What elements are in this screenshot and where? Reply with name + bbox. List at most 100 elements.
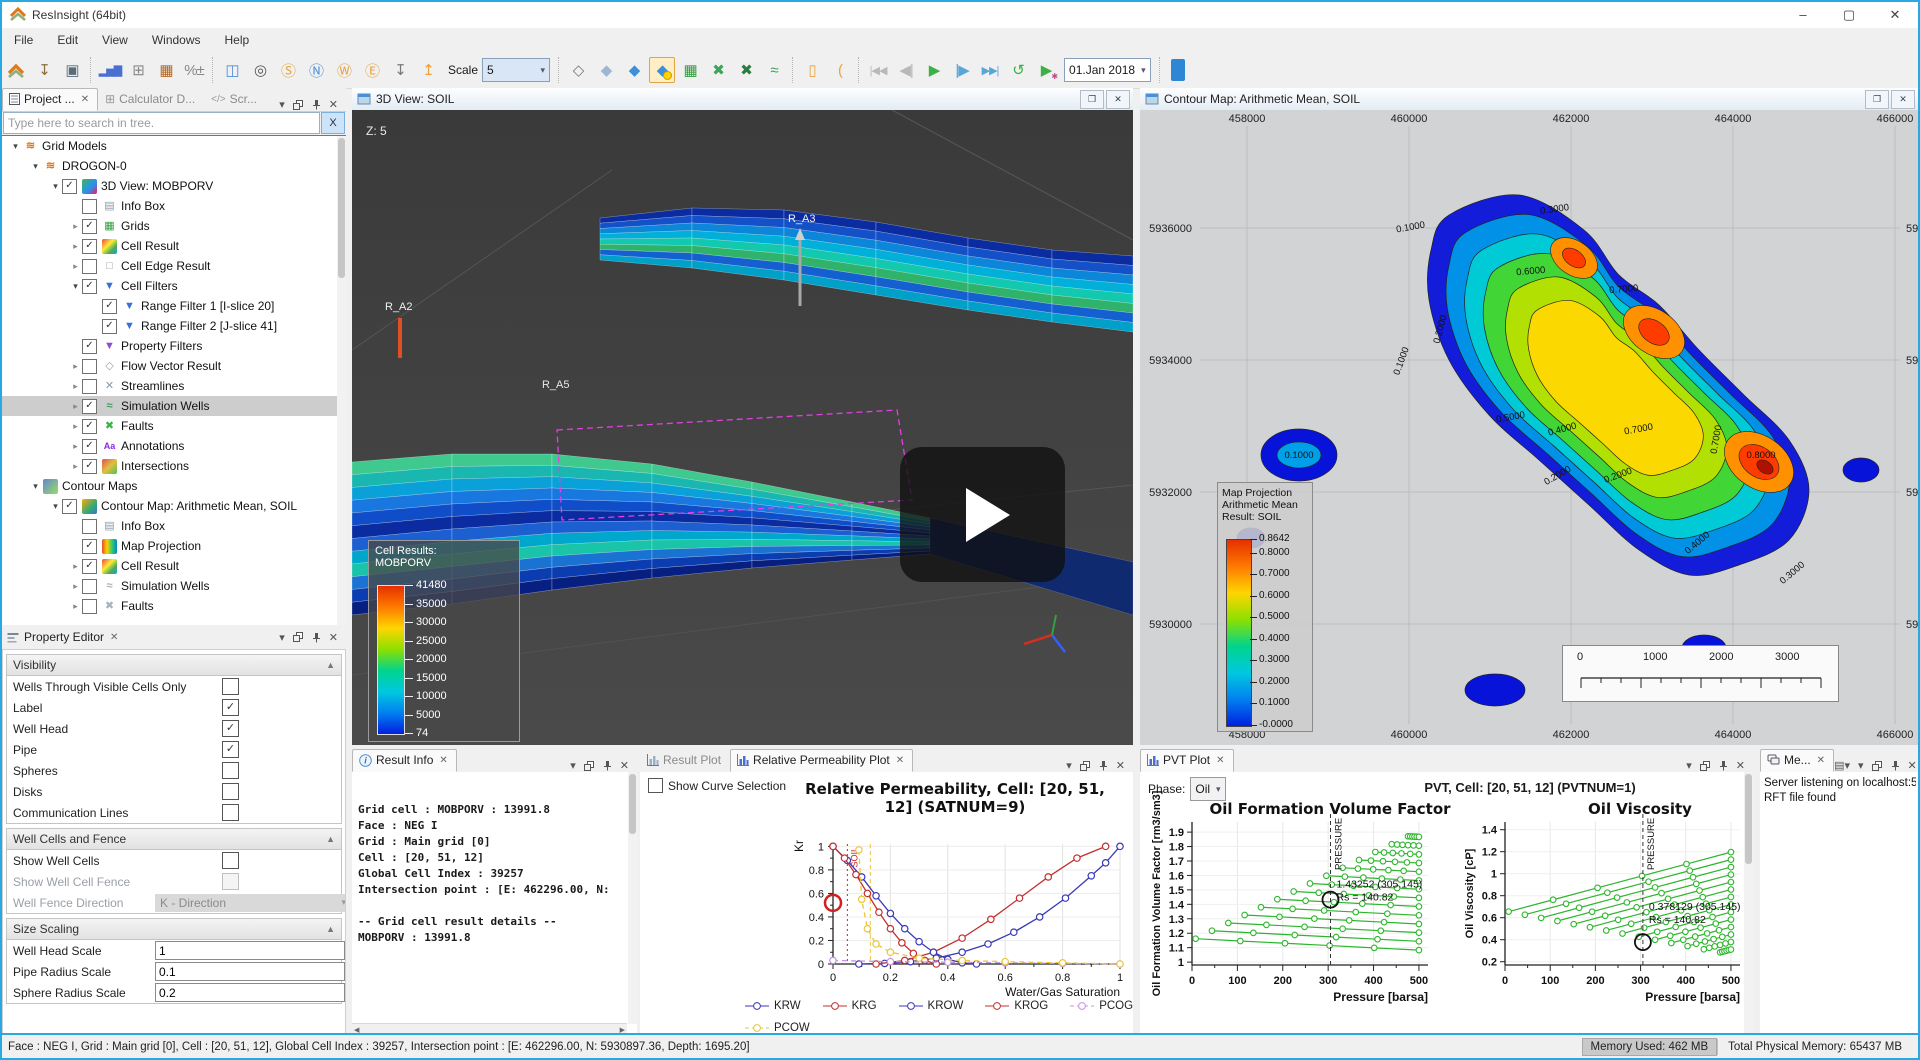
view-north-icon[interactable]: Ⓝ <box>303 57 329 83</box>
contour-restore-button[interactable]: ❐ <box>1865 90 1889 109</box>
tree-item[interactable]: ▸✓ Cell Result <box>2 236 346 256</box>
tab-result-plot[interactable]: Result Plot <box>640 749 730 772</box>
tree-checkbox[interactable]: ✓ <box>82 219 97 234</box>
property-group-header[interactable]: Size Scaling▲ <box>7 919 341 940</box>
tree-item[interactable]: ▤ Info Box <box>2 196 346 216</box>
property-checkbox[interactable] <box>222 852 239 869</box>
tree-item[interactable]: ▸✓ Intersections <box>2 456 346 476</box>
expander-closed-icon[interactable]: ▸ <box>70 261 81 272</box>
show-box-wireframe-icon[interactable]: ◇ <box>565 57 591 83</box>
panel-menu-icon[interactable]: ▾ <box>279 98 285 111</box>
tree-item[interactable]: ▤ Info Box <box>2 516 346 536</box>
panel-close-icon[interactable]: ✕ <box>1736 759 1745 772</box>
timestep-select[interactable]: 01.Jan 2018▾ <box>1064 58 1151 82</box>
contour-titlebar[interactable]: Contour Map: Arithmetic Mean, SOIL ❐✕ <box>1140 88 1918 111</box>
tree-checkbox[interactable]: ✓ <box>102 299 117 314</box>
tree-checkbox[interactable]: ✓ <box>82 239 97 254</box>
tree-item[interactable]: ▾≋ DROGON-0 <box>2 156 346 176</box>
split-view-icon[interactable]: ◫ <box>219 57 245 83</box>
anim-settings-icon[interactable]: ▶✱ <box>1033 57 1059 83</box>
legend-item-krog[interactable]: KROG <box>985 1000 1048 1012</box>
expander-closed-icon[interactable]: ▸ <box>70 381 81 392</box>
property-checkbox[interactable]: ✓ <box>222 741 239 758</box>
expander-closed-icon[interactable]: ▸ <box>70 361 81 372</box>
snap-up-icon[interactable]: ↥ <box>415 57 441 83</box>
lighting-toggle-icon[interactable]: ◆ <box>649 57 675 83</box>
panel-pin-icon[interactable] <box>311 632 321 643</box>
tab-calculator[interactable]: ⊞Calculator D... <box>98 88 204 111</box>
expander-closed-icon[interactable]: ▸ <box>70 401 81 412</box>
tree-checkbox[interactable]: ✓ <box>62 499 77 514</box>
anim-next-icon[interactable]: |▶ <box>949 57 975 83</box>
legend-item-krg[interactable]: KRG <box>823 1000 877 1012</box>
expander-closed-icon[interactable]: ▸ <box>70 461 81 472</box>
panel-close-icon[interactable]: ✕ <box>329 98 338 111</box>
expander-open-icon[interactable]: ▾ <box>30 161 41 172</box>
panel-float-icon[interactable] <box>1700 761 1710 771</box>
anim-repeat-icon[interactable]: ↺ <box>1005 57 1031 83</box>
panel-float-icon[interactable] <box>1872 761 1882 771</box>
tree-checkbox[interactable]: ✓ <box>62 179 77 194</box>
panel-menu-icon[interactable]: ▾ <box>279 631 285 644</box>
tree-item[interactable]: ▾ Contour Maps <box>2 476 346 496</box>
view-east-icon[interactable]: Ⓔ <box>359 57 385 83</box>
open-project-icon[interactable]: ↧ <box>31 57 57 83</box>
tree-item[interactable]: ▸✓Aa Annotations <box>2 436 346 456</box>
tab-relperm-plot[interactable]: Relative Permeability Plot✕ <box>730 749 913 772</box>
expander-closed-icon[interactable]: ▸ <box>70 561 81 572</box>
tree-checkbox[interactable]: ✓ <box>82 279 97 294</box>
menu-view[interactable]: View <box>90 33 140 47</box>
anim-prev-icon[interactable]: ◀| <box>893 57 919 83</box>
tree-checkbox[interactable]: ✓ <box>82 559 97 574</box>
minimize-button[interactable]: – <box>1780 2 1826 28</box>
panel-float-icon[interactable] <box>293 100 303 110</box>
panel-pin-icon[interactable] <box>1890 760 1900 771</box>
view3d-close-button[interactable]: ✕ <box>1106 90 1130 109</box>
tree-item[interactable]: ✓ Map Projection <box>2 536 346 556</box>
zoom-all-icon[interactable]: ◎ <box>247 57 273 83</box>
legend-item-pcog[interactable]: PCOG <box>1070 1000 1133 1012</box>
anim-play-icon[interactable]: ▶ <box>921 57 947 83</box>
tree-checkbox[interactable]: ✓ <box>82 459 97 474</box>
show-fault-labels-icon[interactable]: ✖ <box>733 57 759 83</box>
tree-item[interactable]: ▸□ Cell Edge Result <box>2 256 346 276</box>
maximize-button[interactable]: ▢ <box>1826 2 1872 28</box>
grid-calculator-icon[interactable]: %± <box>181 57 207 83</box>
anim-first-icon[interactable]: |◀◀ <box>865 57 891 83</box>
tab-result-info[interactable]: i Result Info✕ <box>352 749 457 772</box>
tree-checkbox[interactable]: ✓ <box>82 399 97 414</box>
expander-closed-icon[interactable]: ▸ <box>70 221 81 232</box>
tree-item[interactable]: ✓▼ Range Filter 1 [I-slice 20] <box>2 296 346 316</box>
tree-checkbox[interactable]: ✓ <box>82 339 97 354</box>
property-editor-close-icon[interactable]: ✕ <box>110 632 118 643</box>
property-input[interactable] <box>155 983 345 1002</box>
expander-open-icon[interactable]: ▾ <box>10 141 21 152</box>
panel-close-icon[interactable]: ✕ <box>620 759 629 772</box>
expander-closed-icon[interactable]: ▸ <box>70 441 81 452</box>
tree-item[interactable]: ▸◇ Flow Vector Result <box>2 356 346 376</box>
video-play-overlay[interactable] <box>900 447 1065 582</box>
tree-item[interactable]: ▸✓≈ Simulation Wells <box>2 396 346 416</box>
show-box-faces-icon[interactable]: ◆ <box>593 57 619 83</box>
property-group-header[interactable]: Well Cells and Fence▲ <box>7 829 341 850</box>
save-project-icon[interactable]: ▣ <box>59 57 85 83</box>
panel-float-icon[interactable] <box>584 761 594 771</box>
property-input[interactable] <box>155 962 345 981</box>
tree-item[interactable]: ▸≈ Simulation Wells <box>2 576 346 596</box>
tree-checkbox[interactable] <box>82 579 97 594</box>
tree-item[interactable]: ▸✖ Faults <box>2 596 346 616</box>
property-checkbox[interactable]: ✓ <box>222 720 239 737</box>
grid-case-group-icon[interactable]: ▦ <box>153 57 179 83</box>
tab-close-icon[interactable]: ✕ <box>81 94 89 105</box>
tree-checkbox[interactable] <box>82 199 97 214</box>
tree-checkbox[interactable] <box>82 599 97 614</box>
legend-item-krow[interactable]: KROW <box>899 1000 964 1012</box>
tree-item[interactable]: ✓▼ Property Filters <box>2 336 346 356</box>
show-well-paths-icon[interactable]: ≈ <box>761 57 787 83</box>
panel-close-icon[interactable]: ✕ <box>329 631 338 644</box>
view-south-icon[interactable]: Ⓢ <box>275 57 301 83</box>
property-checkbox[interactable]: ✓ <box>222 699 239 716</box>
anim-progress-bar[interactable] <box>1171 59 1185 81</box>
expander-closed-icon[interactable]: ▸ <box>70 581 81 592</box>
tree-scrollbar[interactable] <box>337 136 346 626</box>
